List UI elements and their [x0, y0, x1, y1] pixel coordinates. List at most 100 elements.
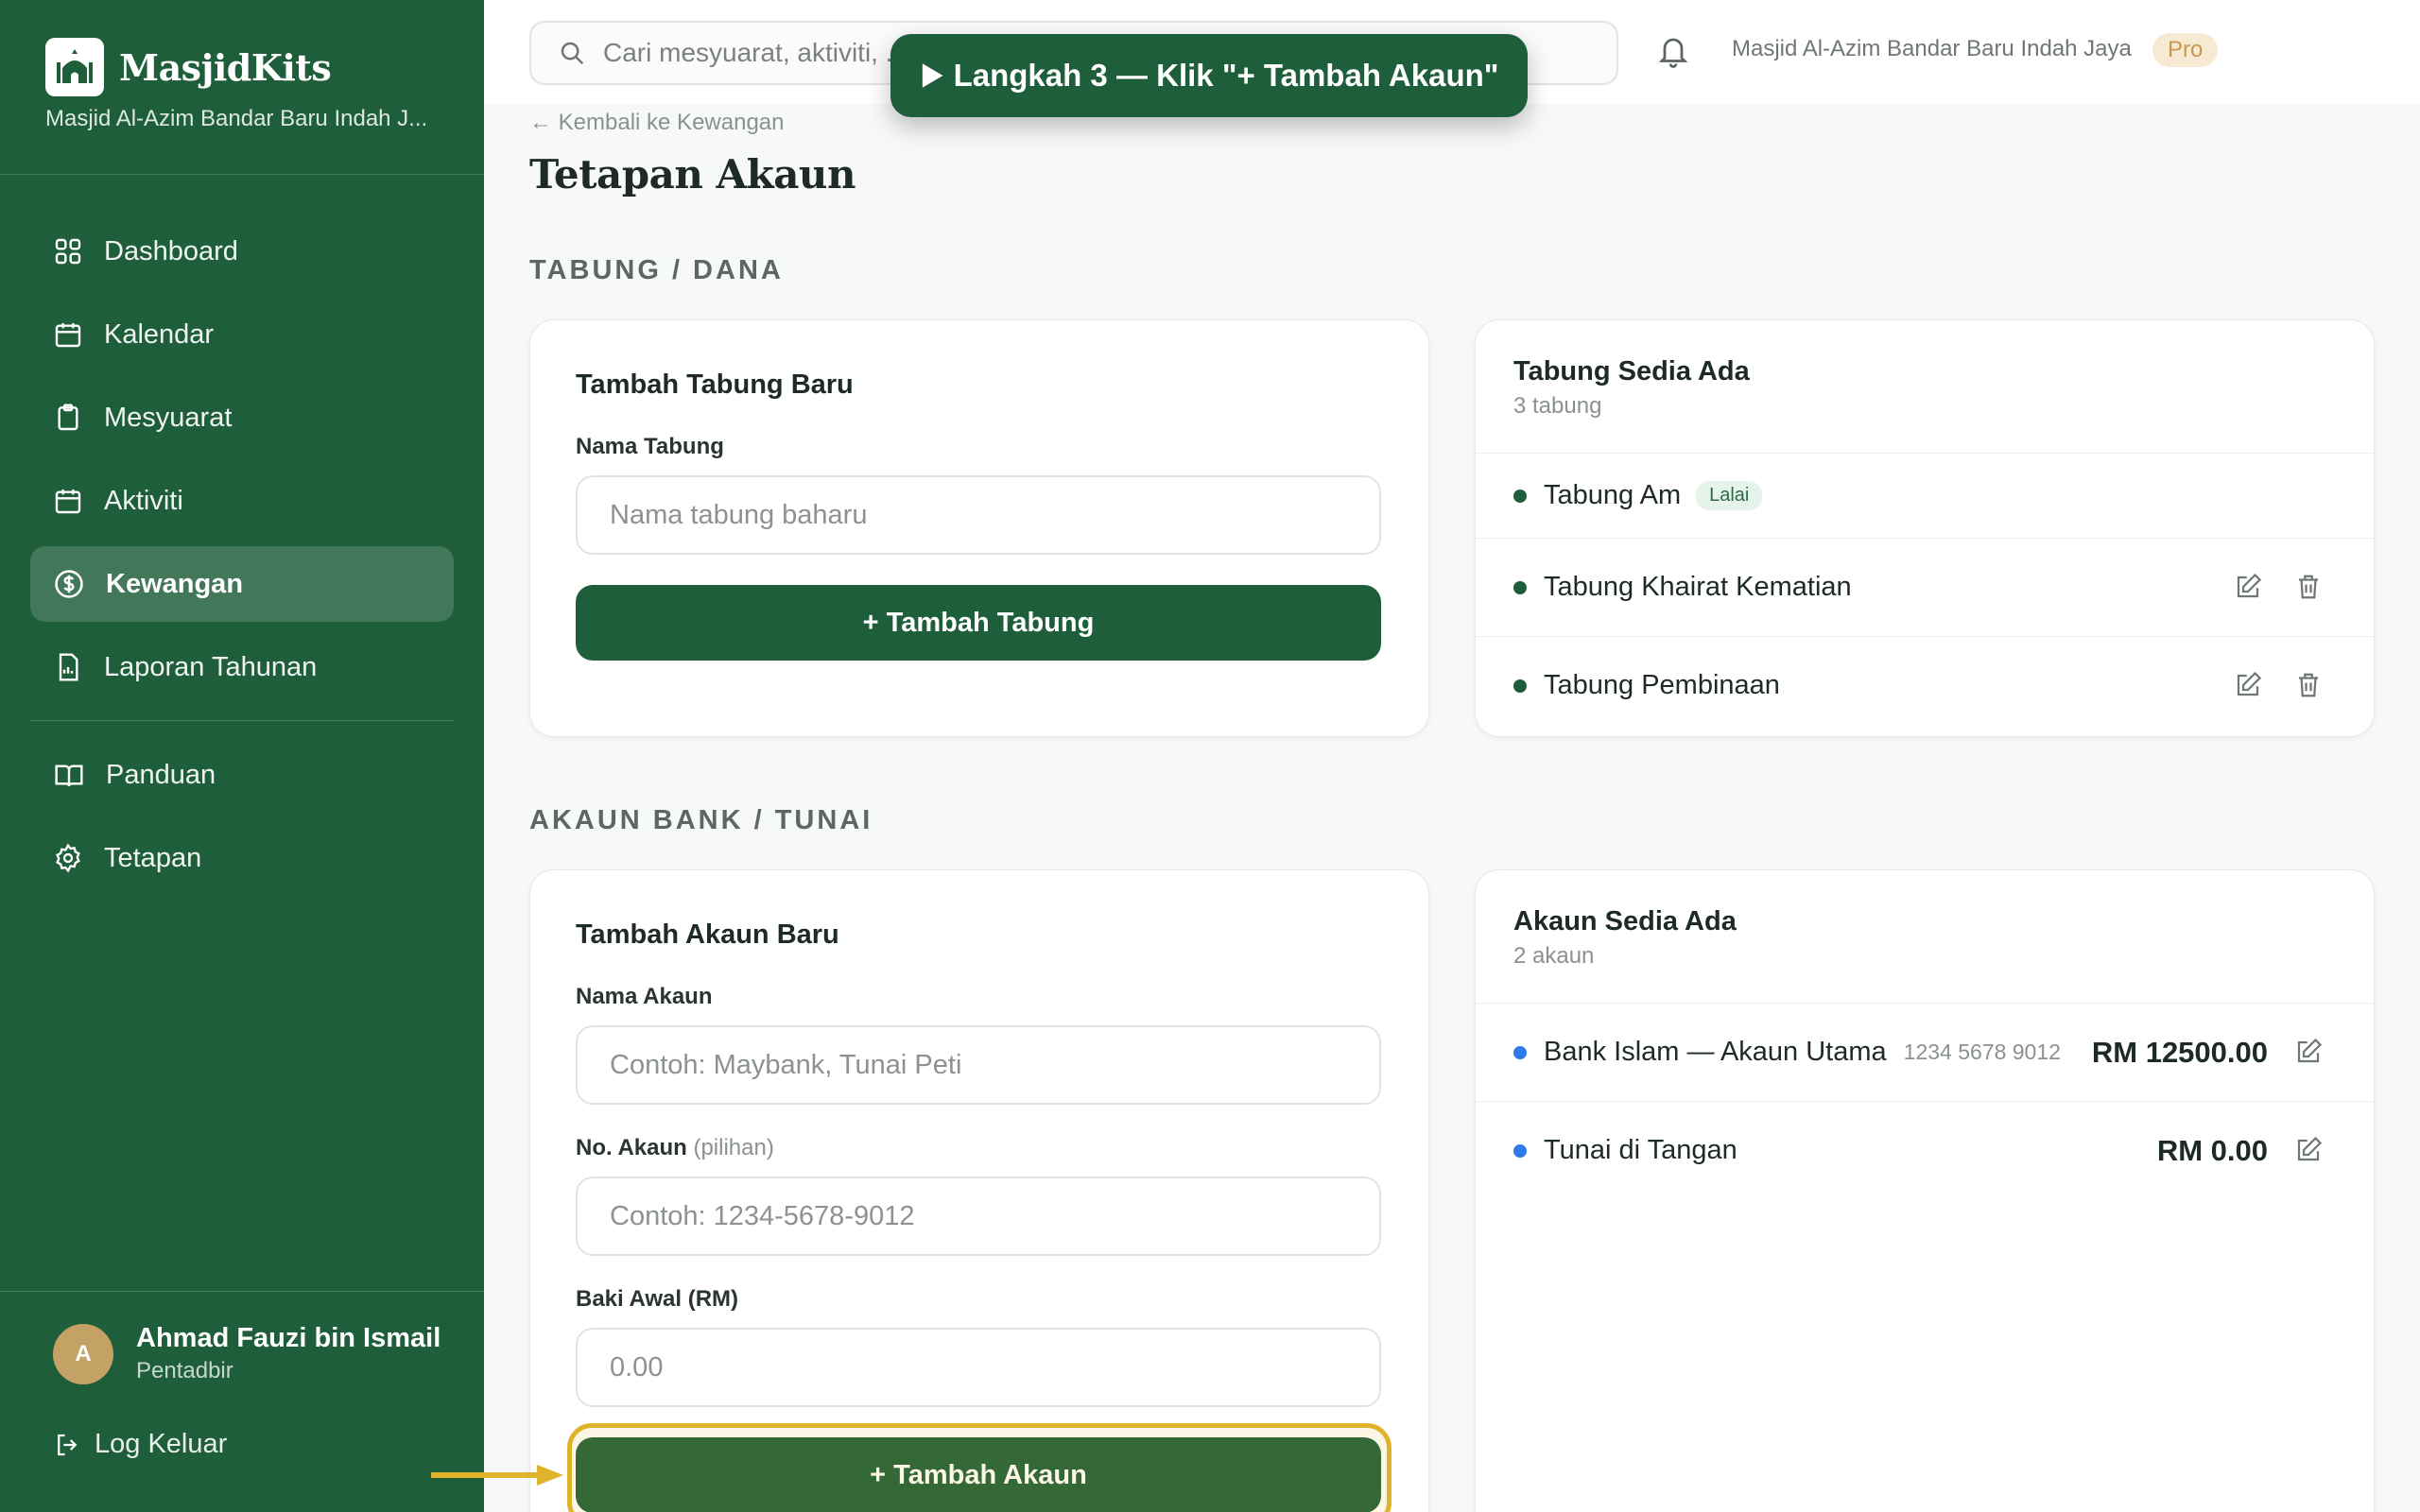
sidebar-item-laporan-tahunan[interactable]: Laporan Tahunan	[30, 629, 454, 705]
edit-icon[interactable]	[2234, 671, 2262, 704]
user-name: Ahmad Fauzi bin Ismail	[136, 1323, 441, 1353]
gear-icon	[56, 843, 80, 873]
fund-name: Tabung Am	[1544, 480, 1682, 510]
avatar: A	[53, 1323, 113, 1384]
fund-dot	[1513, 580, 1527, 594]
bell-icon[interactable]	[1656, 32, 1690, 75]
sidebar-divider	[0, 174, 484, 175]
logout-icon	[58, 1434, 78, 1455]
add-fund-title: Tambah Tabung Baru	[576, 369, 854, 400]
grid-icon	[55, 238, 81, 265]
account-balance: RM 12500.00	[2091, 1035, 2268, 1069]
list-item: Tabung Am Lalai	[1476, 453, 2374, 538]
account-name-label: Nama Akaun	[576, 984, 713, 1009]
sidebar-item-dashboard[interactable]: Dashboard	[30, 214, 454, 289]
sidebar-divider	[0, 1291, 484, 1292]
existing-accounts-card: Akaun Sedia Ada 2 akaun Bank Islam — Aka…	[1475, 869, 2375, 1512]
fund-name-label: Nama Tabung	[576, 434, 724, 459]
user-profile[interactable]: A Ahmad Fauzi bin Ismail Pentadbir	[53, 1323, 441, 1384]
existing-funds-count: 3 tabung	[1513, 393, 1602, 419]
brand[interactable]: MasjidKits	[45, 38, 332, 96]
sidebar-item-label: Aktiviti	[104, 485, 183, 516]
section-title-akaun: AKAUN BANK / TUNAI	[529, 805, 873, 835]
sidebar-item-label: Kewangan	[106, 568, 244, 599]
sidebar-item-aktiviti[interactable]: Aktiviti	[30, 463, 454, 539]
sidebar-item-label: Mesyuarat	[104, 402, 233, 433]
add-fund-button[interactable]: + Tambah Tabung	[576, 585, 1381, 661]
fund-name-field[interactable]	[576, 475, 1381, 555]
add-fund-card: Tambah Tabung Baru Nama Tabung + Tambah …	[529, 319, 1429, 737]
account-balance: RM 0.00	[2156, 1133, 2268, 1167]
opening-balance-input[interactable]	[610, 1351, 1347, 1383]
sidebar-item-panduan[interactable]: Panduan	[30, 737, 454, 813]
account-name: Tunai di Tangan	[1544, 1135, 1737, 1165]
list-item: Tabung Pembinaan	[1476, 636, 2374, 734]
account-number-label-text: No. Akaun	[576, 1135, 687, 1160]
report-icon	[59, 653, 78, 681]
app-name: MasjidKits	[119, 45, 332, 89]
account-dot	[1513, 1045, 1527, 1059]
search-icon	[561, 42, 584, 65]
list-item: Tunai di Tangan RM 0.00	[1476, 1101, 2374, 1199]
page-title: Tetapan Akaun	[529, 151, 856, 198]
sidebar-item-label: Laporan Tahunan	[104, 651, 318, 682]
org-name: Masjid Al-Azim Bandar Baru Indah Jaya	[1732, 36, 2132, 61]
calendar-icon	[55, 323, 81, 348]
account-name-field[interactable]	[576, 1025, 1381, 1105]
sidebar-item-kewangan[interactable]: Kewangan	[30, 546, 454, 622]
edit-icon[interactable]	[2294, 1038, 2323, 1071]
existing-accounts-title: Akaun Sedia Ada	[1513, 906, 1737, 936]
highlight-ring	[567, 1423, 1392, 1512]
book-icon	[55, 765, 83, 787]
add-account-card: Tambah Akaun Baru Nama Akaun No. Akaun (…	[529, 869, 1429, 1512]
user-role: Pentadbir	[136, 1358, 233, 1383]
sidebar-item-label: Tetapan	[104, 842, 202, 873]
back-link[interactable]: ← Kembali ke Kewangan	[529, 110, 784, 136]
plan-badge: Pro	[2152, 33, 2219, 67]
sidebar: MasjidKits Masjid Al-Azim Bandar Baru In…	[0, 0, 484, 1512]
sidebar-divider	[30, 720, 454, 721]
tutorial-step-banner: Langkah 3 — Klik "+ Tambah Akaun"	[890, 34, 1528, 117]
clipboard-icon	[58, 404, 78, 431]
opening-balance-label: Baki Awal (RM)	[576, 1286, 739, 1312]
account-number: 1234 5678 9012	[1903, 1040, 2061, 1064]
existing-funds-card: Tabung Sedia Ada 3 tabung Tabung Am Lala…	[1475, 319, 2375, 737]
play-icon	[922, 63, 943, 88]
account-name: Bank Islam — Akaun Utama	[1544, 1037, 1887, 1067]
account-number-field[interactable]	[576, 1177, 1381, 1256]
add-account-title: Tambah Akaun Baru	[576, 919, 839, 950]
fund-name: Tabung Pembinaan	[1544, 670, 1780, 700]
opening-balance-field[interactable]	[576, 1328, 1381, 1407]
fund-dot	[1513, 679, 1527, 693]
fund-dot	[1513, 489, 1527, 503]
sidebar-item-kalendar[interactable]: Kalendar	[30, 297, 454, 372]
trash-icon[interactable]	[2294, 573, 2323, 606]
fund-name-input[interactable]	[610, 499, 1347, 531]
sidebar-item-tetapan[interactable]: Tetapan	[30, 820, 454, 896]
list-item: Bank Islam — Akaun Utama 1234 5678 9012 …	[1476, 1003, 2374, 1101]
existing-funds-title: Tabung Sedia Ada	[1513, 356, 1750, 387]
existing-accounts-count: 2 akaun	[1513, 943, 1595, 969]
edit-icon[interactable]	[2294, 1136, 2323, 1169]
optional-hint: (pilihan)	[693, 1135, 774, 1160]
org-subtitle: Masjid Al-Azim Bandar Baru Indah J...	[45, 106, 428, 131]
logout-button[interactable]: Log Keluar	[53, 1429, 227, 1460]
fund-name: Tabung Khairat Kematian	[1544, 572, 1852, 602]
mosque-logo-icon	[45, 38, 104, 96]
account-number-input[interactable]	[610, 1200, 1347, 1232]
sidebar-item-label: Dashboard	[104, 235, 238, 266]
trash-icon[interactable]	[2294, 671, 2323, 704]
edit-icon[interactable]	[2234, 573, 2262, 606]
account-number-label: No. Akaun (pilihan)	[576, 1135, 774, 1161]
calendar-icon	[55, 490, 81, 514]
account-name-input[interactable]	[610, 1049, 1347, 1081]
section-title-tabung: TABUNG / DANA	[529, 255, 784, 285]
tutorial-step-text: Langkah 3 — Klik "+ Tambah Akaun"	[953, 58, 1499, 93]
sidebar-item-mesyuarat[interactable]: Mesyuarat	[30, 380, 454, 455]
logout-label: Log Keluar	[95, 1429, 228, 1459]
pointer-arrow-icon	[431, 1465, 563, 1486]
account-dot	[1513, 1143, 1527, 1158]
sidebar-item-label: Kalendar	[104, 318, 215, 350]
default-badge: Lalai	[1696, 481, 1763, 510]
sidebar-item-label: Panduan	[106, 759, 216, 790]
